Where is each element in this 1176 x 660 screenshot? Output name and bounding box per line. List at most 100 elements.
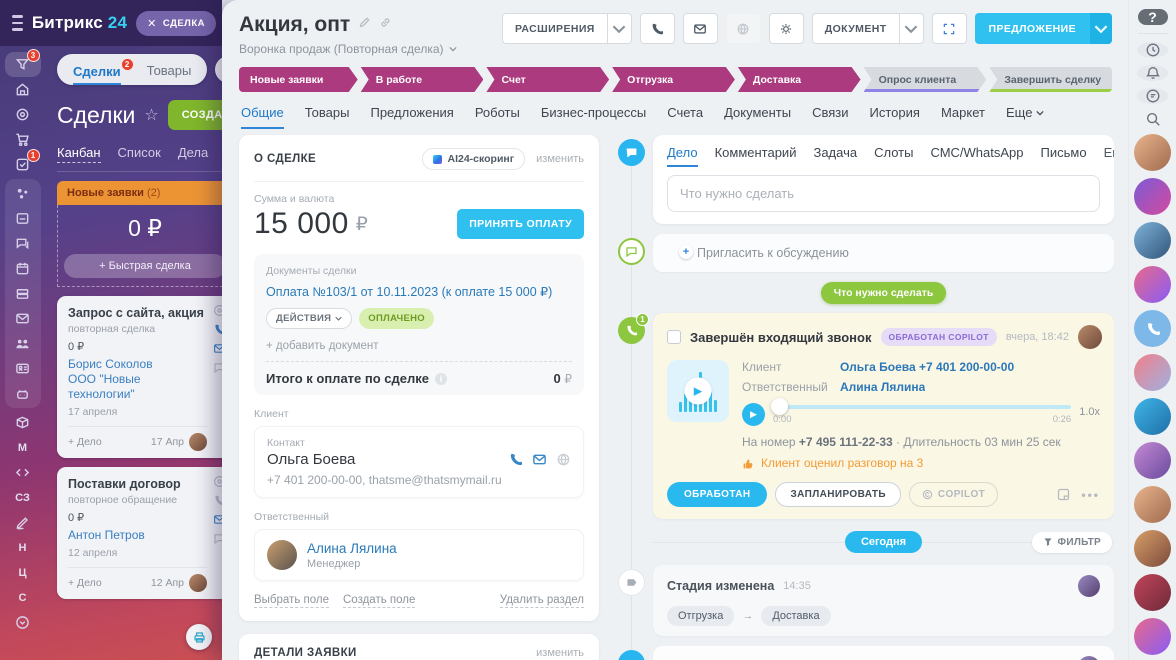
sidebar-item-company[interactable]: [5, 77, 41, 102]
tab-history[interactable]: История: [870, 105, 920, 129]
sidebar-item-market[interactable]: M: [5, 435, 41, 460]
stage-close[interactable]: Завершить сделку: [989, 67, 1112, 92]
tab-robots[interactable]: Роботы: [475, 105, 520, 129]
view-activities[interactable]: Дела: [178, 145, 208, 163]
more-actions-icon[interactable]: •••: [1081, 488, 1100, 502]
sidebar-item-calendar[interactable]: [5, 256, 41, 281]
sidebar-item-sign[interactable]: [5, 510, 41, 535]
todo-pill-button[interactable]: Что нужно сделать: [821, 282, 947, 304]
sidebar-item-sz[interactable]: СЗ: [5, 485, 41, 510]
sidebar-item-marketing[interactable]: [5, 102, 41, 127]
sidebar-item-groups[interactable]: [5, 331, 41, 356]
user-avatar[interactable]: [1134, 222, 1171, 259]
filter-button[interactable]: ФИЛЬТР: [1032, 532, 1113, 553]
email-button[interactable]: [683, 13, 718, 44]
sidebar-item-dev[interactable]: [5, 460, 41, 485]
ttab-task[interactable]: Задача: [813, 145, 857, 167]
card-contact-link[interactable]: Борис СоколовООО "Новые технологии": [68, 357, 207, 402]
copilot-button[interactable]: COPILOT: [909, 482, 998, 507]
add-activity-link[interactable]: + Дело: [68, 577, 102, 589]
sidebar-item-news[interactable]: [5, 206, 41, 231]
ttab-more[interactable]: Еще: [1104, 145, 1114, 167]
user-avatar[interactable]: [1134, 486, 1171, 523]
actions-dropdown[interactable]: ДЕЙСТВИЯ: [266, 308, 352, 329]
ttab-slots[interactable]: Слоты: [874, 145, 913, 167]
user-avatar[interactable]: [1134, 354, 1171, 391]
user-avatar[interactable]: [1134, 442, 1171, 479]
deal-card[interactable]: Поставки договор повторное обращение 0 ₽…: [57, 467, 222, 599]
sidebar-item-ai[interactable]: [5, 381, 41, 406]
close-icon[interactable]: ✕: [147, 17, 157, 30]
sidebar-item-messenger[interactable]: [5, 231, 41, 256]
user-avatar[interactable]: [1134, 398, 1171, 435]
sidebar-item-c[interactable]: Ц: [5, 560, 41, 585]
kanban-column-header[interactable]: Новые заявки (2): [57, 181, 222, 205]
globe-icon[interactable]: [556, 452, 571, 467]
entity-tab-deal[interactable]: ✕ СДЕЛКА: [136, 11, 216, 36]
todo-input[interactable]: [667, 175, 1100, 212]
user-avatar[interactable]: [1134, 574, 1171, 611]
tab-market[interactable]: Маркет: [941, 105, 985, 129]
tab-more[interactable]: Еще: [1006, 105, 1044, 129]
add-activity-link[interactable]: + Дело: [68, 436, 102, 448]
time-tracker-button[interactable]: [1137, 42, 1168, 58]
tab-relations[interactable]: Связи: [812, 105, 848, 129]
today-pill[interactable]: Сегодня: [845, 531, 922, 553]
invite-to-discussion[interactable]: + Пригласить к обсуждению: [653, 234, 1114, 272]
schedule-button[interactable]: ЗАПЛАНИРОВАТЬ: [775, 482, 900, 507]
user-avatar[interactable]: [1134, 618, 1171, 655]
sidebar-item-n[interactable]: Н: [5, 535, 41, 560]
sidebar-item-tasks[interactable]: 1: [5, 152, 41, 177]
call-button[interactable]: [640, 13, 675, 44]
create-field-link[interactable]: Создать поле: [343, 594, 415, 608]
sidebar-item-automation[interactable]: [5, 181, 41, 206]
tab-general[interactable]: Общие: [241, 105, 284, 129]
tab-invoices[interactable]: Счета: [667, 105, 703, 129]
tab-bizproc[interactable]: Бизнес-процессы: [541, 105, 646, 129]
stage-invoice[interactable]: Счет: [486, 67, 609, 92]
delete-section-link[interactable]: Удалить раздел: [500, 594, 584, 608]
audio-play-button[interactable]: ▶: [742, 403, 765, 426]
stage-delivery[interactable]: Доставка: [738, 67, 861, 92]
edit-section-link[interactable]: изменить: [536, 647, 584, 659]
create-deal-button[interactable]: СОЗДАТЬ: [168, 100, 222, 130]
call-checkbox[interactable]: [667, 330, 681, 344]
ttab-activity[interactable]: Дело: [667, 145, 698, 167]
contact-name[interactable]: Ольга Боева: [267, 451, 355, 468]
call-avatar[interactable]: [1134, 310, 1171, 347]
sidebar-item-mail[interactable]: [5, 306, 41, 331]
sidebar-more[interactable]: [5, 610, 41, 635]
messenger-button[interactable]: [1137, 88, 1168, 104]
document-button[interactable]: ДОКУМЕНТ: [812, 13, 924, 44]
edit-section-link[interactable]: изменить: [536, 153, 584, 165]
settings-button[interactable]: [769, 13, 804, 44]
play-icon[interactable]: ▶: [685, 378, 712, 405]
search-button[interactable]: [1137, 111, 1168, 127]
sidebar-item-crm[interactable]: 3: [5, 52, 41, 77]
tab-documents[interactable]: Документы: [724, 105, 791, 129]
accept-payment-button[interactable]: ПРИНЯТЬ ОПЛАТУ: [457, 209, 584, 239]
stage-new[interactable]: Новые заявки: [239, 67, 358, 92]
tab-deals[interactable]: Сделки 2: [73, 64, 121, 86]
sidebar-item-drive[interactable]: [5, 281, 41, 306]
user-avatar[interactable]: [1134, 178, 1171, 215]
phone-icon[interactable]: [508, 452, 523, 467]
ttab-sms[interactable]: СМС/WhatsApp: [930, 145, 1023, 167]
choose-field-link[interactable]: Выбрать поле: [254, 594, 329, 608]
add-document-link[interactable]: + добавить документ: [266, 340, 572, 352]
sidebar-item-s[interactable]: С: [5, 585, 41, 610]
stage-survey[interactable]: Опрос клиента: [864, 67, 987, 92]
audio-knob[interactable]: [771, 398, 788, 415]
ai-scoring-button[interactable]: AI24-скоринг: [422, 148, 526, 170]
deal-card[interactable]: Запрос с сайта, акция повторная сделка 0…: [57, 296, 222, 458]
notifications-button[interactable]: [1137, 65, 1168, 81]
offer-button[interactable]: ПРЕДЛОЖЕНИЕ: [975, 13, 1112, 44]
ttab-email[interactable]: Письмо: [1041, 145, 1087, 167]
audio-speed[interactable]: 1.0x: [1079, 406, 1100, 418]
call-responsible-link[interactable]: Алина Лялина: [840, 380, 925, 394]
edit-title-icon[interactable]: [358, 16, 371, 34]
user-avatar[interactable]: [1134, 530, 1171, 567]
copy-link-icon[interactable]: [379, 16, 392, 34]
sidebar-item-catalog[interactable]: [5, 410, 41, 435]
quick-deal-button[interactable]: + Быстрая сделка: [64, 254, 222, 278]
